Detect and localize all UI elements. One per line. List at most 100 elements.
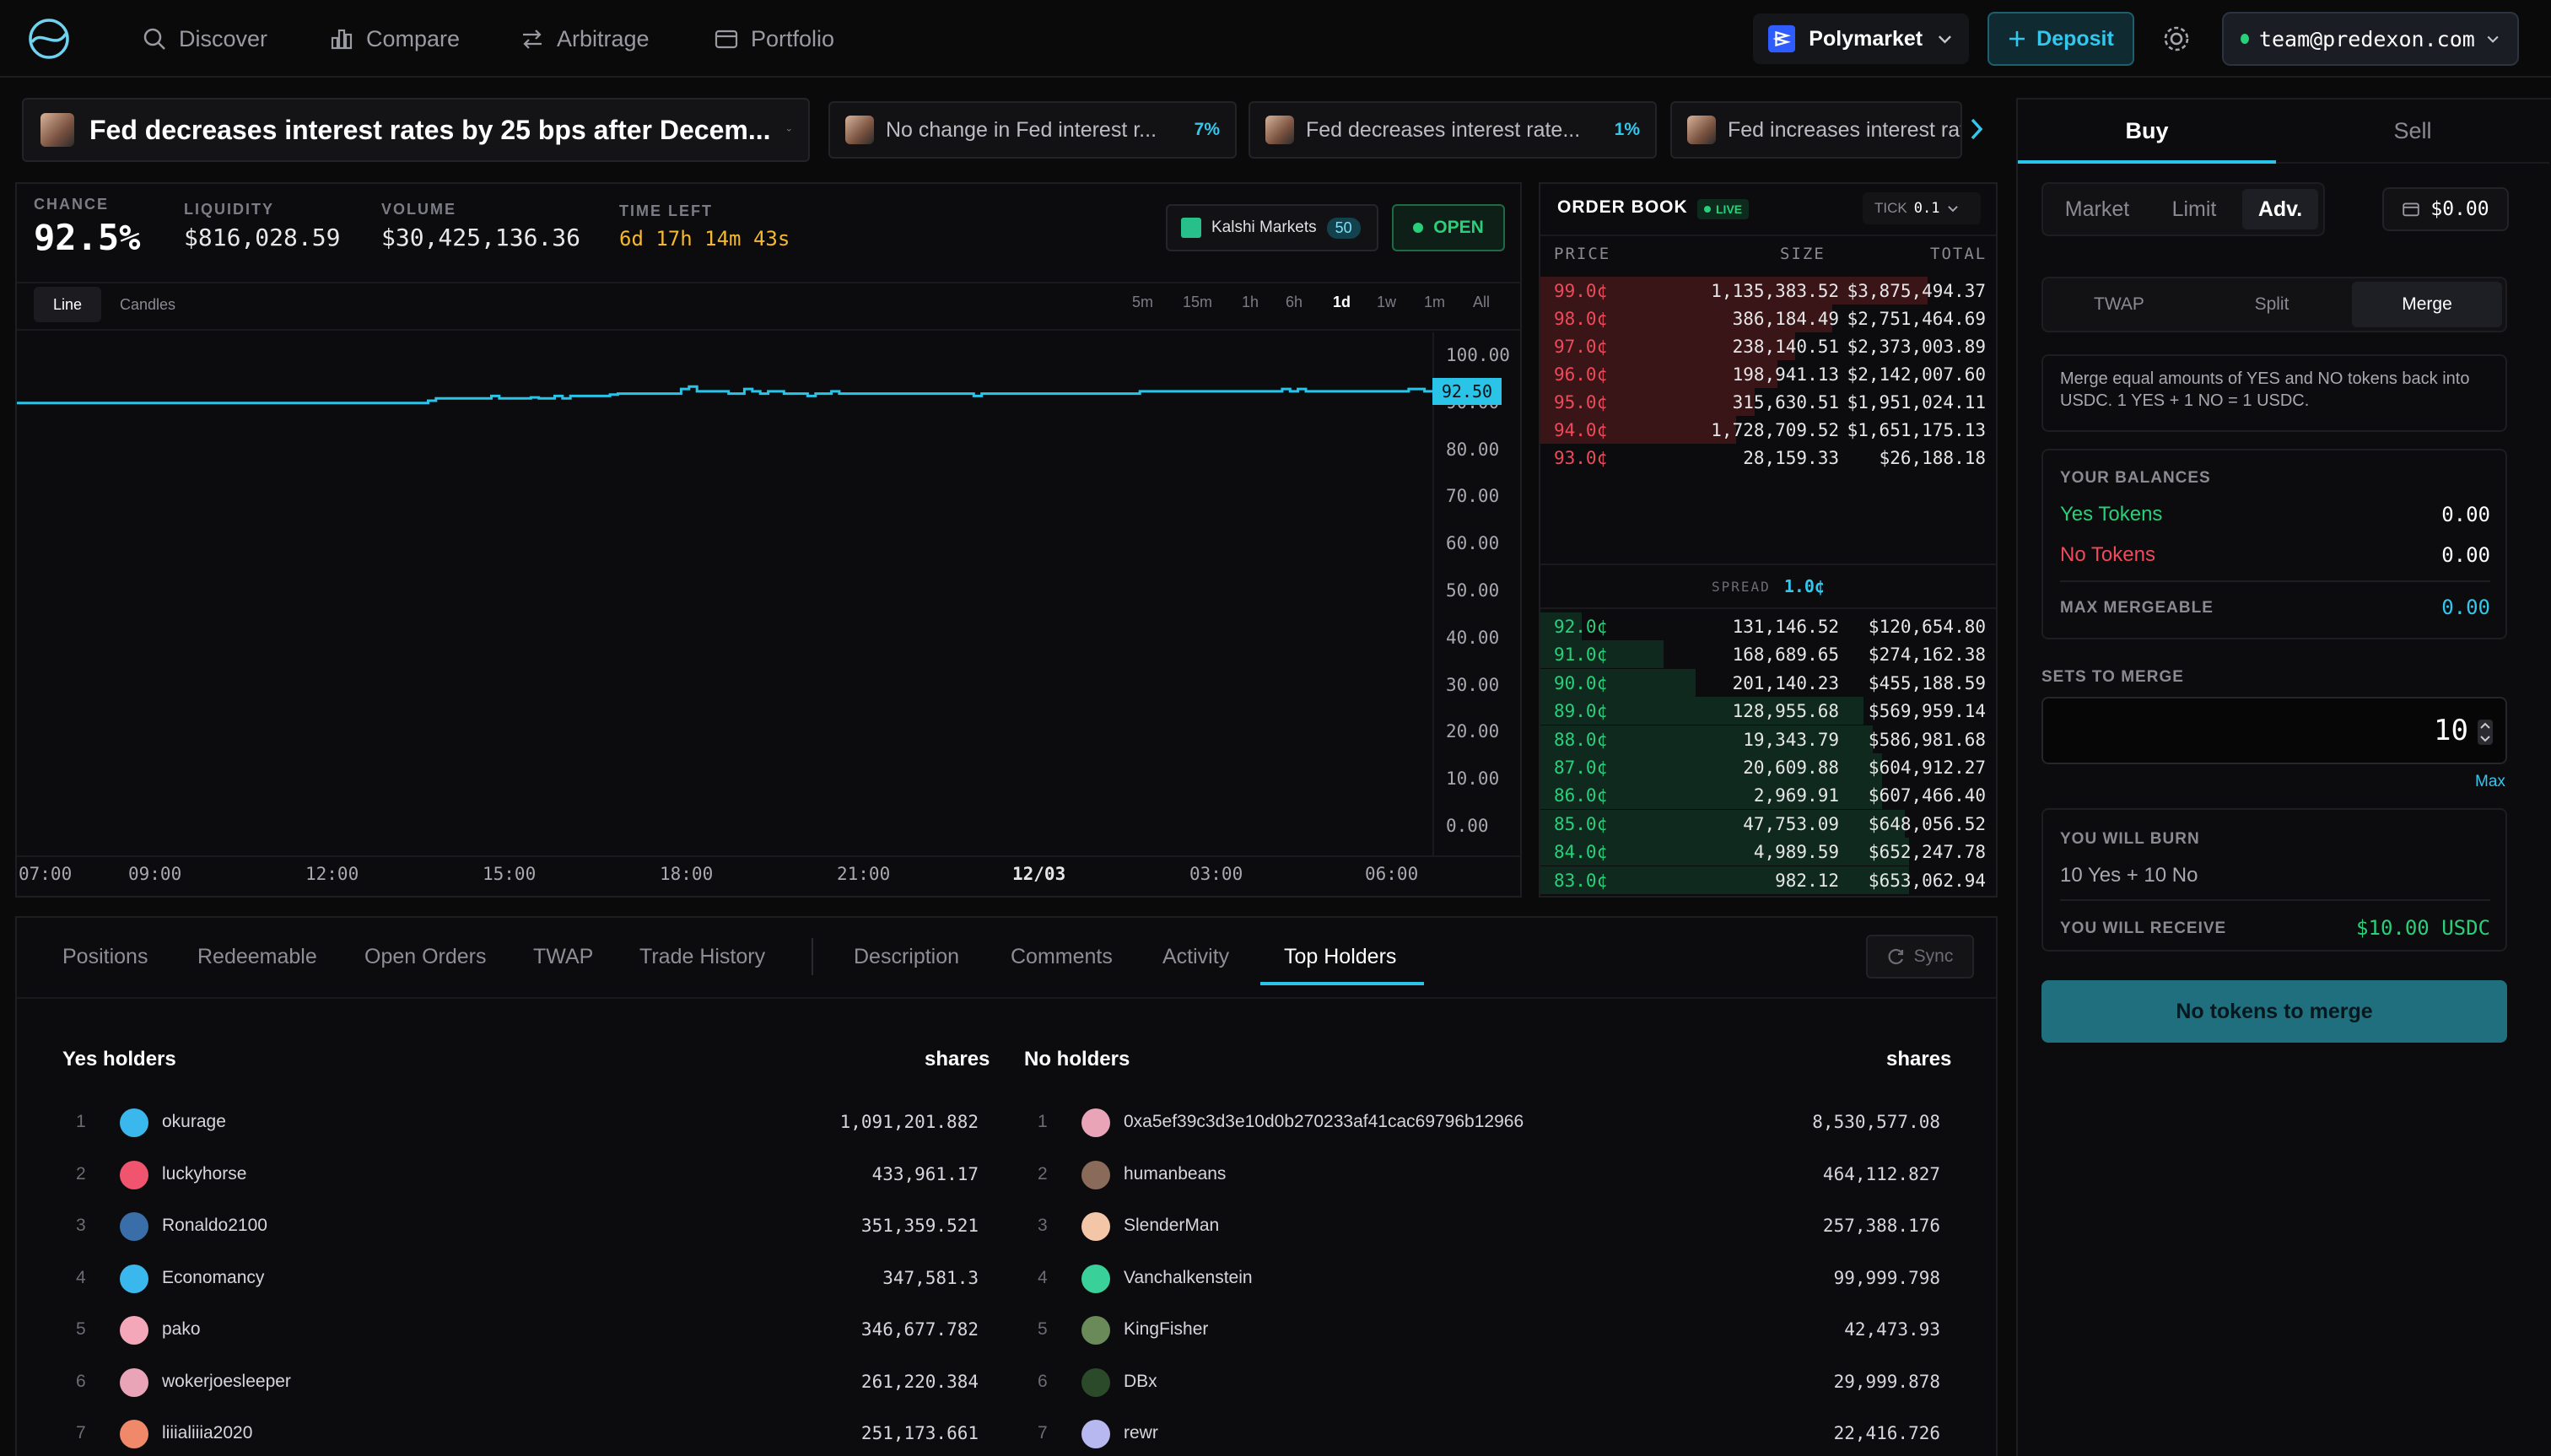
- deposit-button[interactable]: Deposit: [1987, 12, 2134, 66]
- ask-row[interactable]: 99.0¢ 1,135,383.52 $3,875,494.37: [1540, 277, 1996, 305]
- holder-name: wokerjoesleeper: [162, 1371, 291, 1391]
- mode-candles-button[interactable]: Candles: [106, 287, 189, 322]
- tab-description[interactable]: Description: [854, 945, 959, 969]
- holder-name: okurage: [162, 1112, 226, 1131]
- related-market-card[interactable]: Fed decreases interest rate... 1%: [1249, 101, 1657, 159]
- x-tick-label: 07:00: [19, 864, 73, 884]
- bid-row[interactable]: 85.0¢ 47,753.09 $648,056.52: [1540, 809, 1996, 838]
- holder-row[interactable]: 7 liiialiiia2020 251,173.661: [64, 1416, 979, 1450]
- predexon-logo-icon[interactable]: [27, 17, 71, 61]
- avatar: [120, 1160, 148, 1189]
- tick-select[interactable]: TICK 0.1: [1863, 192, 1981, 224]
- ask-row[interactable]: 93.0¢ 28,159.33 $26,188.18: [1540, 444, 1996, 472]
- merge-submit-button[interactable]: No tokens to merge: [2041, 980, 2507, 1043]
- holder-row[interactable]: 6 DBx 29,999.878: [1026, 1365, 1940, 1399]
- timeframe-all[interactable]: All: [1473, 294, 1490, 311]
- bid-row[interactable]: 92.0¢ 131,146.52 $120,654.80: [1540, 612, 1996, 640]
- timeframe-1d[interactable]: 1d: [1333, 294, 1351, 311]
- tab-top-holders[interactable]: Top Holders: [1284, 945, 1396, 969]
- tab-activity[interactable]: Activity: [1162, 945, 1229, 969]
- related-market-card[interactable]: No change in Fed interest r... 7%: [828, 101, 1237, 159]
- related-market-card[interactable]: Fed increases interest rat: [1670, 101, 1962, 159]
- mode-line-button[interactable]: Line: [34, 287, 101, 322]
- holder-shares: 261,220.384: [860, 1371, 979, 1392]
- tab-trade-history[interactable]: Trade History: [639, 945, 765, 969]
- holder-row[interactable]: 7 rewr 22,416.726: [1026, 1416, 1940, 1450]
- sell-tab[interactable]: Sell: [2276, 100, 2549, 162]
- order-type-market[interactable]: Market: [2048, 189, 2146, 229]
- sets-to-merge-input[interactable]: 10: [2041, 697, 2507, 764]
- gear-icon[interactable]: [2161, 24, 2192, 54]
- order-type-adv[interactable]: Adv.: [2242, 189, 2318, 229]
- tab-twap[interactable]: TWAP: [533, 945, 593, 969]
- holder-shares: 251,173.661: [860, 1423, 979, 1443]
- price-line-chart[interactable]: [17, 332, 1434, 855]
- bid-row[interactable]: 90.0¢ 201,140.23 $455,188.59: [1540, 668, 1996, 697]
- market-selector[interactable]: Fed decreases interest rates by 25 bps a…: [22, 98, 810, 162]
- nav-portfolio[interactable]: Portfolio: [714, 19, 834, 59]
- timeframe-5m[interactable]: 5m: [1132, 294, 1153, 311]
- timeframe-6h[interactable]: 6h: [1286, 294, 1302, 311]
- bid-row[interactable]: 87.0¢ 20,609.88 $604,912.27: [1540, 753, 1996, 781]
- holder-row[interactable]: 3 Ronaldo2100 351,359.521: [64, 1209, 979, 1243]
- no-shares-header: shares: [1886, 1048, 1952, 1070]
- adv-mode-merge[interactable]: Merge: [2352, 282, 2502, 327]
- holder-row[interactable]: 5 pako 346,677.782: [64, 1313, 979, 1346]
- bid-row[interactable]: 86.0¢ 2,969.91 $607,466.40: [1540, 781, 1996, 810]
- kalshi-markets-button[interactable]: Kalshi Markets 50: [1166, 204, 1378, 251]
- holder-row[interactable]: 6 wokerjoesleeper 261,220.384: [64, 1365, 979, 1399]
- nav-arbitrage[interactable]: Arbitrage: [520, 19, 650, 59]
- holder-rank: 7: [76, 1423, 86, 1443]
- tab-comments[interactable]: Comments: [1011, 945, 1113, 969]
- holder-row[interactable]: 2 humanbeans 464,112.827: [1026, 1157, 1940, 1191]
- order-type-limit[interactable]: Limit: [2148, 189, 2241, 229]
- buy-tab[interactable]: Buy: [2018, 100, 2276, 162]
- holder-row[interactable]: 3 SlenderMan 257,388.176: [1026, 1209, 1940, 1243]
- holder-row[interactable]: 1 okurage 1,091,201.882: [64, 1105, 979, 1139]
- nav-discover[interactable]: Discover: [142, 19, 267, 59]
- avatar: [120, 1316, 148, 1345]
- timeframe-1w[interactable]: 1w: [1377, 294, 1396, 311]
- holder-row[interactable]: 1 0xa5ef39c3d3e10d0b270233af41cac69796b12…: [1026, 1105, 1940, 1139]
- bid-row[interactable]: 89.0¢ 128,955.68 $569,959.14: [1540, 697, 1996, 725]
- platform-select[interactable]: Polymarket: [1753, 13, 1969, 64]
- nav-compare[interactable]: Compare: [329, 19, 460, 59]
- bid-size: 4,989.59: [1753, 842, 1839, 863]
- tab-redeemable[interactable]: Redeemable: [197, 945, 317, 969]
- ask-row[interactable]: 96.0¢ 198,941.13 $2,142,007.60: [1540, 360, 1996, 388]
- account-menu[interactable]: team@predexon.com: [2222, 12, 2519, 66]
- max-link[interactable]: Max: [2475, 773, 2505, 791]
- timeframe-15m[interactable]: 15m: [1183, 294, 1212, 311]
- x-tick-label: 06:00: [1365, 864, 1419, 884]
- y-tick-label: 30.00: [1446, 674, 1500, 695]
- divider: [1540, 235, 1996, 236]
- holder-shares: 8,530,577.08: [1812, 1112, 1940, 1132]
- holder-row[interactable]: 4 Economancy 347,581.3: [64, 1261, 979, 1295]
- bid-row[interactable]: 83.0¢ 982.12 $653,062.94: [1540, 866, 1996, 894]
- bid-row[interactable]: 91.0¢ 168,689.65 $274,162.38: [1540, 640, 1996, 669]
- bid-row[interactable]: 84.0¢ 4,989.59 $652,247.78: [1540, 838, 1996, 866]
- sync-button[interactable]: Sync: [1866, 935, 1974, 979]
- market-avatar: [845, 116, 874, 144]
- chevron-down-icon: [2487, 35, 2499, 43]
- tab-positions[interactable]: Positions: [62, 945, 148, 969]
- tab-open-orders[interactable]: Open Orders: [364, 945, 487, 969]
- stepper-icon[interactable]: [2477, 719, 2494, 746]
- avatar: [1081, 1420, 1110, 1448]
- bid-row[interactable]: 88.0¢ 19,343.79 $586,981.68: [1540, 725, 1996, 753]
- adv-mode-twap[interactable]: TWAP: [2045, 282, 2193, 327]
- timeframe-1m[interactable]: 1m: [1424, 294, 1445, 311]
- adv-mode-split[interactable]: Split: [2197, 282, 2347, 327]
- ask-row[interactable]: 95.0¢ 315,630.51 $1,951,024.11: [1540, 388, 1996, 416]
- ask-row[interactable]: 97.0¢ 238,140.51 $2,373,003.89: [1540, 332, 1996, 360]
- chevron-right-icon[interactable]: [1969, 116, 1984, 142]
- holder-row[interactable]: 5 KingFisher 42,473.93: [1026, 1313, 1940, 1346]
- holder-row[interactable]: 4 Vanchalkenstein 99,999.798: [1026, 1261, 1940, 1295]
- ask-row[interactable]: 98.0¢ 386,184.49 $2,751,464.69: [1540, 305, 1996, 332]
- timeframe-1h[interactable]: 1h: [1242, 294, 1259, 311]
- status-dot: [1413, 223, 1424, 233]
- burn-label: YOU WILL BURN: [2060, 830, 2200, 848]
- holder-row[interactable]: 2 luckyhorse 433,961.17: [64, 1157, 979, 1191]
- holder-shares: 433,961.17: [871, 1163, 979, 1184]
- ask-row[interactable]: 94.0¢ 1,728,709.52 $1,651,175.13: [1540, 416, 1996, 444]
